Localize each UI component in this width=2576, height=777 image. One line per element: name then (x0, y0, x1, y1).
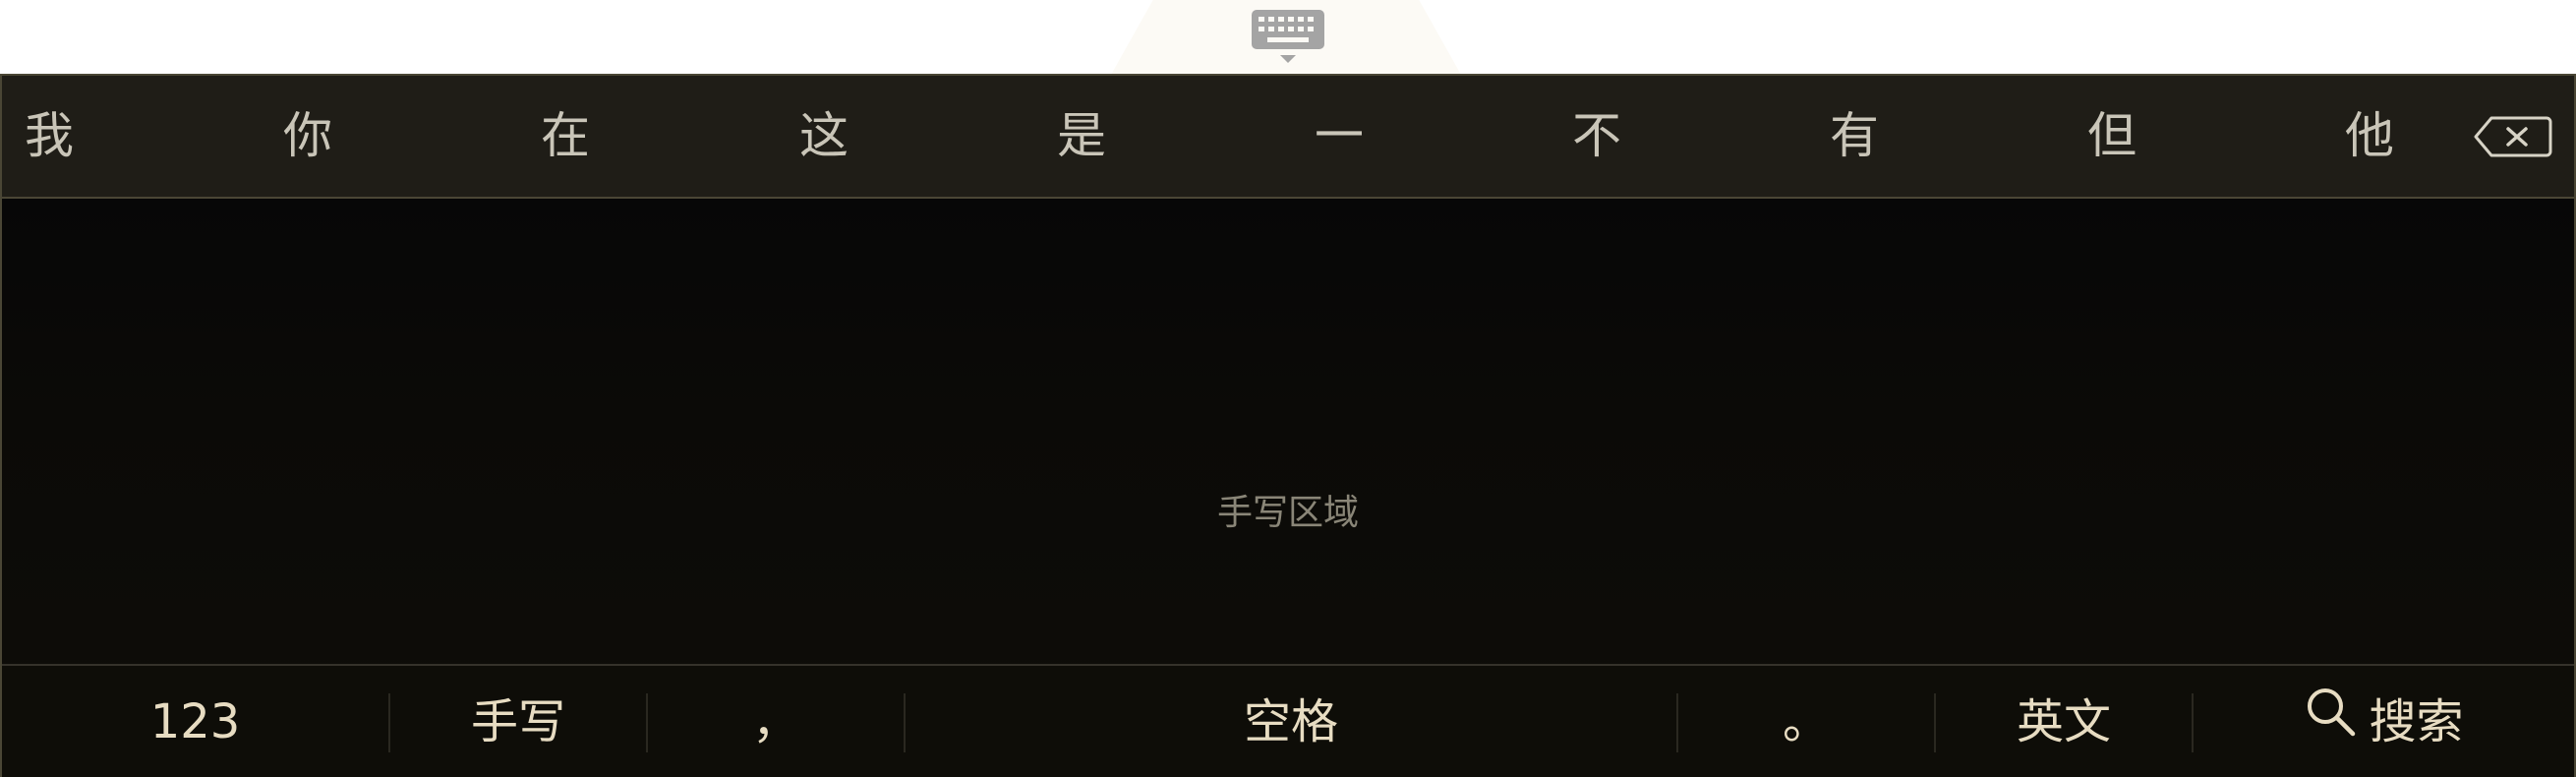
search-icon (2304, 666, 2357, 777)
candidate-2[interactable]: 你 (263, 76, 352, 197)
candidate-7[interactable]: 不 (1552, 76, 1641, 197)
bottom-key-row: 123 手写 ， 空格 。 英文 搜索 (2, 664, 2574, 777)
backspace-icon[interactable] (2474, 115, 2552, 158)
candidate-6[interactable]: 一 (1295, 76, 1383, 197)
english-key[interactable]: 英文 (1936, 666, 2192, 777)
search-key-label: 搜索 (2369, 694, 2464, 749)
comma-key[interactable]: ， (648, 666, 904, 777)
keyboard-hide-icon[interactable] (1246, 6, 1330, 65)
numbers-key[interactable]: 123 (2, 666, 388, 777)
handwriting-area-label: 手写区域 (1216, 493, 1359, 533)
candidate-5[interactable]: 是 (1037, 76, 1126, 197)
handwriting-area[interactable]: 手写区域 (2, 199, 2574, 738)
candidate-1[interactable]: 我 (5, 76, 93, 197)
candidate-9[interactable]: 但 (2068, 76, 2156, 197)
keyboard-screen: 我 你 在 这 是 一 不 有 但 他 手写区域 123 手写 ， 空格 。 英… (0, 0, 2576, 777)
search-key[interactable]: 搜索 (2194, 666, 2574, 777)
candidate-3[interactable]: 在 (521, 76, 610, 197)
space-key[interactable]: 空格 (906, 666, 1676, 777)
period-key[interactable]: 。 (1678, 666, 1934, 777)
handwrite-key[interactable]: 手写 (390, 666, 646, 777)
candidate-10[interactable]: 他 (2325, 76, 2414, 197)
candidate-8[interactable]: 有 (1810, 76, 1899, 197)
candidate-4[interactable]: 这 (780, 76, 868, 197)
keyboard-panel: 我 你 在 这 是 一 不 有 但 他 手写区域 123 手写 ， 空格 。 英… (0, 74, 2576, 777)
candidate-bar: 我 你 在 这 是 一 不 有 但 他 (2, 76, 2574, 199)
